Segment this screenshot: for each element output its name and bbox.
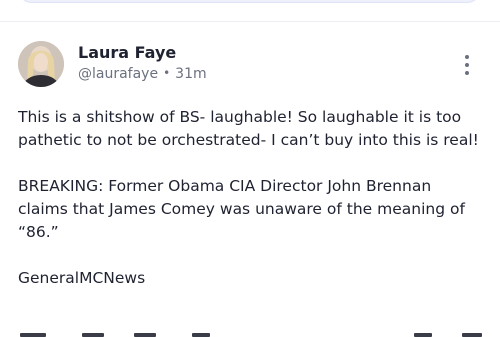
more-vertical-icon — [465, 55, 469, 59]
post-meta: @laurafaye • 31m — [78, 66, 207, 82]
post-body: This is a shitshow of BS- laughable! So … — [18, 106, 484, 290]
post-paragraph: BREAKING: Former Obama CIA Director John… — [18, 177, 465, 241]
more-vertical-icon — [465, 71, 469, 75]
feed-divider — [0, 21, 500, 22]
reply-icon[interactable] — [20, 333, 46, 337]
avatar[interactable] — [18, 41, 64, 87]
share-icon[interactable] — [192, 333, 210, 337]
more-options-button[interactable] — [457, 53, 477, 77]
like-icon[interactable] — [134, 333, 156, 337]
action-bar-edge — [18, 333, 482, 337]
post-paragraph: This is a shitshow of BS- laughable! So … — [18, 108, 479, 149]
author-handle[interactable]: @laurafaye — [78, 66, 158, 82]
menu-icon[interactable] — [462, 333, 482, 337]
post-source: GeneralMCNews — [18, 269, 146, 287]
repost-icon[interactable] — [82, 333, 104, 337]
compose-input-edge[interactable] — [18, 0, 481, 3]
avatar-photo — [18, 41, 64, 87]
more-vertical-icon — [465, 63, 469, 67]
meta-separator: • — [163, 66, 171, 80]
bookmark-icon[interactable] — [414, 333, 432, 337]
post-screen: Laura Faye @laurafaye • 31m This is a shit… — [0, 0, 500, 337]
post-time: 31m — [175, 66, 207, 82]
author-name[interactable]: Laura Faye — [78, 43, 176, 62]
